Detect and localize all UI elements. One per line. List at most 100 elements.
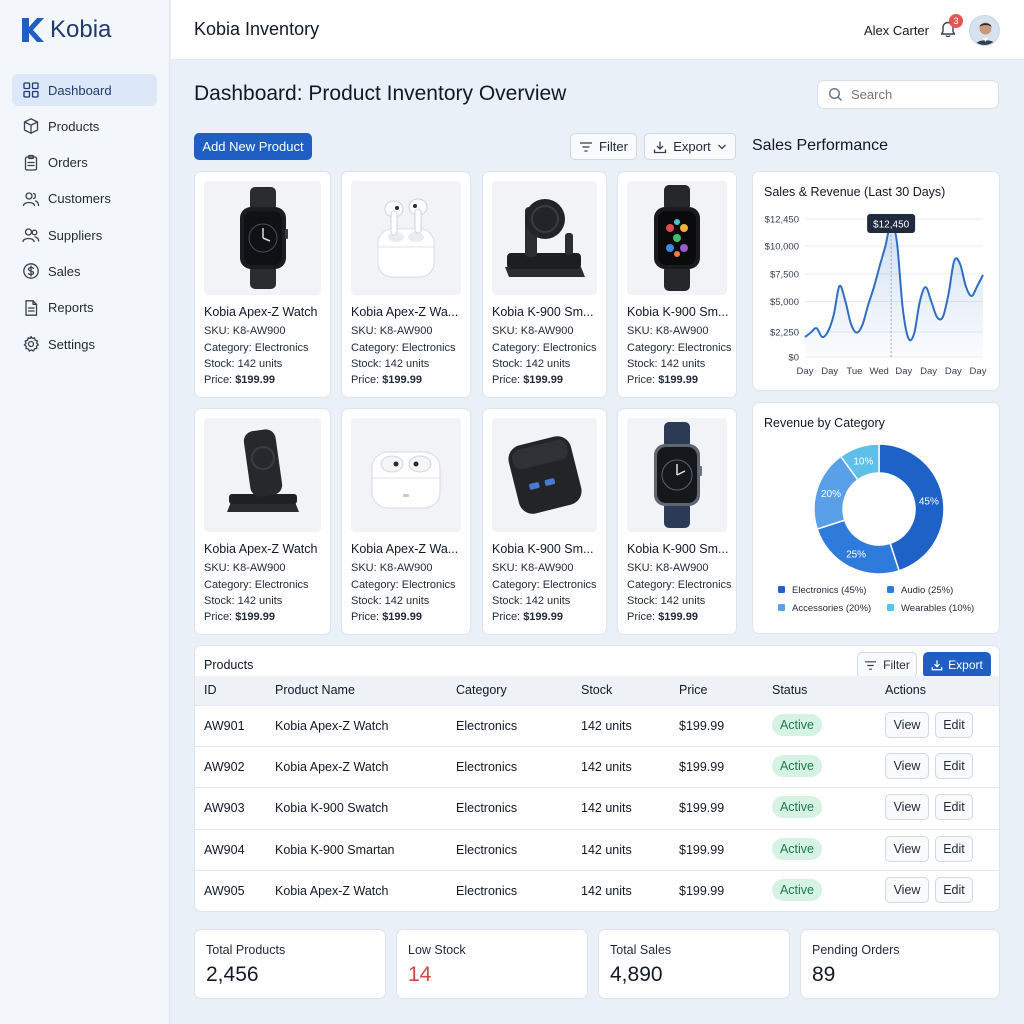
sidebar-item-reports[interactable]: Reports — [12, 292, 157, 324]
product-card[interactable]: Kobia Apex-Z Watch SKU: K8-AW900 Category:… — [194, 408, 331, 635]
product-name[interactable]: Kobia K-900 Sm... — [492, 305, 602, 319]
edit-button[interactable]: Edit — [935, 712, 973, 738]
sidebar-item-suppliers[interactable]: Suppliers — [12, 219, 157, 251]
product-price-value: $199.99 — [382, 611, 422, 623]
product-image[interactable] — [492, 181, 597, 295]
sidebar: Kobia Dashboard Products Orders Customers Su… — [0, 0, 170, 1024]
product-image[interactable] — [627, 418, 727, 532]
status-badge: Active — [772, 878, 822, 901]
search-input[interactable] — [851, 87, 981, 102]
edit-button[interactable]: Edit — [935, 794, 973, 821]
product-card[interactable]: Kobia K-900 Sm... SKU: K8-AW900 Category: … — [617, 171, 737, 398]
product-name[interactable]: Kobia K-900 Sm... — [627, 305, 732, 319]
product-image[interactable] — [204, 418, 321, 532]
product-card[interactable]: Kobia K-900 Sm... SKU: K8-AW900 Category: … — [617, 408, 737, 635]
product-name[interactable]: Kobia Apex-Z Watch — [204, 542, 326, 556]
donut-slice[interactable] — [816, 519, 901, 575]
table-filter-button[interactable]: Filter — [857, 652, 917, 678]
row-product-name: Kobia K-900 Smartan — [275, 842, 395, 857]
brand-name: Kobia — [50, 16, 112, 43]
row-price: $199.99 — [679, 842, 725, 857]
row-price: $199.99 — [679, 883, 725, 898]
product-price-label: Price: — [351, 611, 383, 623]
user-name[interactable]: Alex Carter — [864, 23, 929, 38]
product-image[interactable] — [204, 181, 321, 295]
sidebar-item-orders[interactable]: Orders — [12, 147, 157, 179]
product-card[interactable]: Kobia K-900 Sm... SKU: K8-AW900 Category: … — [482, 408, 607, 635]
product-card[interactable]: Kobia Apex-Z Wa... SKU: K8-AW900 Category:… — [341, 408, 471, 635]
column-header-actions[interactable]: Actions — [885, 683, 926, 697]
table-row[interactable]: AW904 Kobia K-900 Smartan Electronics 142 u… — [195, 828, 999, 870]
product-smartwatch-dark-image — [239, 187, 288, 289]
product-name[interactable]: Kobia Apex-Z Watch — [204, 305, 326, 319]
product-image[interactable] — [492, 418, 597, 532]
table-row[interactable]: AW902 Kobia Apex-Z Watch Electronics 142 un… — [195, 746, 999, 787]
product-name[interactable]: Kobia K-900 Sm... — [492, 542, 602, 556]
legend-label: Accessories (20%) — [792, 603, 871, 614]
sidebar-item-dashboard[interactable]: Dashboard — [12, 74, 157, 106]
y-tick-label: $10,000 — [765, 242, 799, 253]
product-image[interactable] — [627, 181, 727, 295]
product-card[interactable]: Kobia K-900 Sm... SKU: K8-AW900 Category: … — [482, 171, 607, 398]
stat-label: Pending Orders — [812, 943, 900, 957]
sidebar-item-sales[interactable]: Sales — [12, 255, 157, 287]
row-price: $199.99 — [679, 719, 725, 733]
row-id: AW902 — [204, 760, 245, 775]
product-earbuds-open-image — [377, 198, 435, 278]
product-image[interactable] — [351, 418, 461, 532]
supplier-icon — [22, 226, 40, 244]
column-header-status[interactable]: Status — [772, 683, 807, 697]
table-row[interactable]: AW901 Kobia Apex-Z Watch Electronics 142 un… — [195, 705, 999, 746]
view-button[interactable]: View — [885, 835, 929, 862]
product-name[interactable]: Kobia K-900 Sm... — [627, 542, 732, 556]
product-price: Price: $199.99 — [627, 611, 698, 623]
row-price: $199.99 — [679, 760, 725, 775]
sidebar-item-label: Orders — [48, 155, 88, 171]
row-category: Electronics — [456, 760, 518, 775]
column-header-category[interactable]: Category — [456, 683, 507, 697]
avatar[interactable] — [969, 15, 1000, 46]
product-stock: Stock: 142 units — [351, 595, 430, 607]
filter-label: Filter — [599, 139, 628, 154]
edit-button[interactable]: Edit — [935, 876, 973, 903]
search-box[interactable] — [817, 80, 999, 109]
product-card[interactable]: Kobia Apex-Z Wa... SKU: K8-AW900 Category:… — [341, 171, 471, 398]
add-product-button[interactable]: Add New Product — [194, 133, 312, 160]
product-name[interactable]: Kobia Apex-Z Wa... — [351, 305, 466, 319]
sidebar-item-products[interactable]: Products — [12, 110, 157, 142]
product-sku: SKU: K8-AW900 — [351, 562, 433, 574]
product-stock: Stock: 142 units — [351, 358, 430, 370]
product-name[interactable]: Kobia Apex-Z Wa... — [351, 542, 466, 556]
sidebar-item-settings[interactable]: Settings — [12, 328, 157, 360]
view-button[interactable]: View — [885, 876, 929, 903]
sidebar-item-customers[interactable]: Customers — [12, 183, 157, 215]
table-row[interactable]: AW905 Kobia Apex-Z Watch Electronics 142 un… — [195, 869, 999, 911]
products-table: Products Filter Export ID Product Name Cat… — [194, 645, 1000, 912]
product-price: Price: $199.99 — [492, 611, 563, 623]
filter-icon — [580, 141, 593, 152]
table-row[interactable]: AW903 Kobia K-900 Swatch Electronics 142 un… — [195, 787, 999, 828]
column-header-stock[interactable]: Stock — [581, 683, 612, 697]
edit-button[interactable]: Edit — [935, 753, 973, 780]
sales-performance-title: Sales Performance — [752, 137, 889, 154]
column-header-product-name[interactable]: Product Name — [275, 683, 355, 697]
view-button[interactable]: View — [885, 712, 929, 738]
view-button[interactable]: View — [885, 753, 929, 780]
product-smartwatch-apps-image — [654, 185, 700, 291]
product-image[interactable] — [351, 181, 461, 295]
notification-badge: 3 — [949, 14, 963, 28]
search-icon — [828, 87, 842, 101]
box-icon — [22, 117, 40, 135]
product-price: Price: $199.99 — [627, 374, 698, 386]
edit-button[interactable]: Edit — [935, 835, 973, 862]
column-header-price[interactable]: Price — [679, 683, 707, 697]
table-export-button[interactable]: Export — [923, 652, 991, 678]
brand-logo[interactable]: Kobia — [20, 16, 111, 44]
export-button[interactable]: Export — [644, 133, 736, 160]
sidebar-item-label: Products — [48, 118, 100, 134]
filter-button[interactable]: Filter — [570, 133, 637, 160]
view-button[interactable]: View — [885, 794, 929, 821]
product-card[interactable]: Kobia Apex-Z Watch SKU: K8-AW900 Category:… — [194, 171, 331, 398]
product-charging-stand-image — [504, 199, 585, 277]
column-header-id[interactable]: ID — [204, 683, 217, 697]
